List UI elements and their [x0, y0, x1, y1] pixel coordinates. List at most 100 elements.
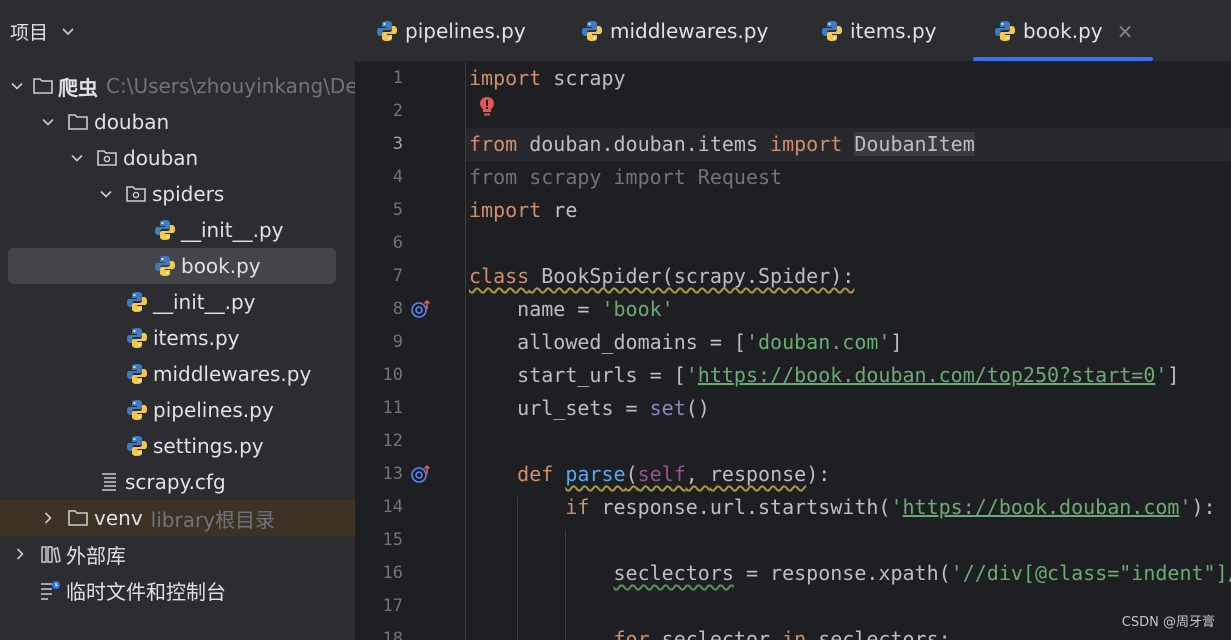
tab-book-py[interactable]: book.py ×: [973, 0, 1154, 62]
python-file-icon: [580, 19, 604, 43]
code-line-14: if response.url.startswith('https://book…: [469, 491, 1216, 524]
code-text: ]: [1167, 363, 1180, 387]
tree-item-label: settings.py: [153, 434, 264, 458]
line-number: 5: [392, 200, 403, 220]
tree-item-external-libraries[interactable]: 外部库: [0, 536, 355, 572]
tab-label: book.py: [1023, 19, 1103, 43]
python-file-icon: [375, 19, 399, 43]
close-icon[interactable]: ×: [1117, 19, 1134, 43]
tree-item-label: douban: [94, 110, 170, 134]
self-param: self: [637, 462, 686, 486]
override-method-icon[interactable]: [410, 298, 432, 320]
tree-item-middlewares-py[interactable]: middlewares.py: [0, 356, 355, 392]
chevron-down-icon[interactable]: [38, 112, 58, 132]
python-file-icon: [125, 398, 149, 422]
line-number: 14: [382, 497, 403, 517]
tab-label: items.py: [850, 19, 937, 43]
keyword: if: [565, 495, 590, 519]
code-text: seclector: [649, 627, 783, 640]
folder-icon: [66, 506, 90, 530]
string: 'book': [601, 297, 674, 321]
chevron-right-icon[interactable]: [10, 544, 30, 564]
tree-item-settings-py[interactable]: settings.py: [0, 428, 355, 464]
editor-gutter: 1 2 3 4 5 6 7 8 9 10 11 12 13 14 15 16 1…: [355, 62, 465, 640]
line-number: 12: [382, 431, 403, 451]
line-number: 11: [382, 398, 403, 418]
chevron-right-icon[interactable]: [38, 508, 58, 528]
tree-item-pipelines-py[interactable]: pipelines.py: [0, 392, 355, 428]
tab-pipelines-py[interactable]: pipelines.py: [375, 0, 526, 62]
chevron-down-icon[interactable]: [60, 23, 76, 39]
code-text: response.url.startswith(: [589, 495, 891, 519]
scratches-icon: [38, 578, 62, 602]
function-name: parse: [565, 462, 626, 486]
tab-items-py[interactable]: items.py: [820, 0, 937, 62]
chevron-down-icon[interactable]: [10, 76, 24, 96]
python-file-icon: [125, 434, 149, 458]
code-text: douban.douban.items: [517, 132, 771, 156]
chevron-down-icon[interactable]: [67, 148, 87, 168]
python-file-icon: [125, 362, 149, 386]
tree-item-label: __init__.py: [181, 218, 284, 242]
python-file-icon: [125, 290, 149, 314]
string: 'douban.com': [745, 330, 891, 354]
library-icon: [38, 542, 62, 566]
override-method-icon[interactable]: [410, 463, 432, 485]
code-text: re: [541, 198, 578, 222]
code-line-9: allowed_domains = ['douban.com']: [469, 326, 903, 359]
tree-item-spiders[interactable]: spiders: [0, 176, 355, 212]
tree-item-book-py[interactable]: book.py: [0, 248, 355, 284]
line-number: 13: [382, 464, 403, 484]
package-folder-icon: [124, 182, 148, 206]
keyword: import: [469, 66, 542, 90]
python-file-icon: [153, 218, 177, 242]
tree-item-label: 临时文件和控制台: [66, 579, 226, 604]
code-line-3: from douban.douban.items import DoubanIt…: [469, 128, 975, 161]
line-number: 4: [392, 167, 403, 187]
tab-middlewares-py[interactable]: middlewares.py: [580, 0, 768, 62]
code-text: ):: [1191, 495, 1216, 519]
tree-item-venv[interactable]: venv library根目录: [0, 500, 355, 536]
tree-item-douban-package[interactable]: douban: [0, 140, 355, 176]
code-text: start_urls = [: [469, 363, 686, 387]
code-text: url_sets =: [469, 396, 650, 420]
code-line-8: name = 'book': [469, 293, 674, 326]
line-number: 10: [382, 365, 403, 385]
keyword: for: [613, 627, 650, 640]
url-link[interactable]: https://book.douban.com/top250?start=0: [698, 363, 1156, 387]
string: ': [890, 495, 903, 519]
indent-guide: [465, 62, 466, 640]
tree-item-spiders-init[interactable]: __init__.py: [0, 212, 355, 248]
tree-item-label: middlewares.py: [153, 362, 312, 386]
lightbulb-icon[interactable]: [477, 95, 497, 121]
tree-item-items-py[interactable]: items.py: [0, 320, 355, 356]
line-number: 7: [392, 266, 403, 286]
project-header[interactable]: 项目: [0, 0, 355, 62]
python-file-icon: [820, 19, 844, 43]
tree-item-scrapy-cfg[interactable]: scrapy.cfg: [0, 464, 355, 500]
url-link[interactable]: https://book.douban.com: [903, 495, 1180, 519]
tree-item-scratches[interactable]: 临时文件和控制台: [0, 572, 355, 608]
string: '//div[@class="indent"]/: [950, 561, 1231, 585]
tree-item-root[interactable]: 爬虫 C:\Users\zhouyinkang\Desktop: [0, 68, 355, 104]
code-text: allowed_domains = [: [469, 330, 746, 354]
tree-item-douban-init[interactable]: __init__.py: [0, 284, 355, 320]
line-number: 9: [392, 332, 403, 352]
code-text: BookSpider(scrapy.Spider):: [529, 264, 855, 288]
tree-item-label: 外部库: [66, 543, 126, 568]
tree-item-label: douban: [123, 146, 199, 170]
string: ': [685, 363, 698, 387]
chevron-down-icon[interactable]: [96, 184, 116, 204]
code-line-5: import re: [469, 194, 577, 227]
project-title: 项目: [10, 21, 49, 44]
editor-tab-bar: pipelines.py middlewares.py items.py boo…: [355, 0, 1231, 62]
keyword: import: [469, 198, 542, 222]
code-area[interactable]: import scrapy from douban.douban.items i…: [465, 62, 1231, 640]
tree-item-douban-project[interactable]: douban: [0, 104, 355, 140]
code-text: ]: [890, 330, 903, 354]
